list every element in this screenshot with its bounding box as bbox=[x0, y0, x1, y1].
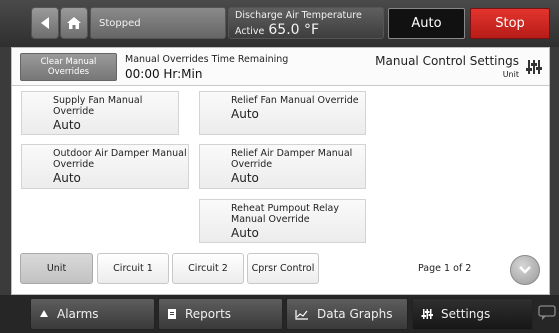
override-card-relief-fan[interactable]: Relief Fan Manual Override Auto bbox=[199, 91, 366, 135]
discharge-air-value: 65.0 °F bbox=[268, 22, 320, 38]
sliders-icon bbox=[421, 309, 433, 319]
nav-label: Reports bbox=[185, 307, 232, 321]
tab-circuit-1[interactable]: Circuit 1 bbox=[97, 253, 169, 284]
tab-cprsr-control[interactable]: Cprsr Control bbox=[247, 253, 319, 284]
chat-icon[interactable] bbox=[538, 305, 556, 321]
override-label: Supply Fan Manual Override bbox=[53, 95, 143, 117]
override-value: Auto bbox=[53, 118, 81, 132]
override-value: Auto bbox=[53, 171, 81, 185]
stop-button[interactable]: Stop bbox=[470, 8, 550, 39]
graph-icon bbox=[295, 309, 308, 320]
nav-data-graphs[interactable]: Data Graphs bbox=[286, 298, 408, 330]
bell-icon bbox=[40, 310, 48, 317]
override-value: Auto bbox=[231, 171, 259, 185]
discharge-air-temperature[interactable]: Discharge Air Temperature Active 65.0 °F bbox=[228, 7, 384, 39]
override-label: Relief Air Damper Manual Override bbox=[231, 148, 353, 170]
nav-settings[interactable]: Settings bbox=[412, 298, 533, 330]
panel-header: Clear Manual Overrides Manual Overrides … bbox=[12, 48, 549, 86]
discharge-air-title: Discharge Air Temperature bbox=[235, 10, 362, 21]
sliders-icon bbox=[526, 60, 542, 74]
unit-status: Stopped bbox=[90, 7, 226, 39]
discharge-air-state: Active bbox=[235, 26, 265, 37]
nav-label: Settings bbox=[441, 307, 491, 321]
override-value: Auto bbox=[231, 107, 259, 121]
top-bar: Stopped Discharge Air Temperature Active… bbox=[0, 0, 559, 47]
chevron-down-icon bbox=[519, 266, 531, 274]
nav-label: Alarms bbox=[57, 307, 99, 321]
override-label: Reheat Pumpout Relay Manual Override bbox=[231, 203, 339, 225]
home-button[interactable] bbox=[60, 7, 88, 39]
override-card-supply-fan[interactable]: Supply Fan Manual Override Auto bbox=[21, 91, 179, 135]
override-value: Auto bbox=[231, 226, 259, 240]
auto-button[interactable]: Auto bbox=[388, 8, 465, 39]
page-title: Manual Control Settings bbox=[375, 54, 519, 68]
nav-alarms[interactable]: Alarms bbox=[30, 298, 155, 330]
page-indicator: Page 1 of 2 bbox=[418, 263, 472, 274]
override-card-relief-air-damper[interactable]: Relief Air Damper Manual Override Auto bbox=[199, 144, 366, 189]
override-label: Relief Fan Manual Override bbox=[231, 95, 359, 106]
document-icon bbox=[168, 309, 176, 319]
back-arrow-icon bbox=[41, 17, 49, 29]
time-remaining-value: 00:00 Hr:Min bbox=[125, 67, 203, 81]
clear-manual-overrides-button[interactable]: Clear Manual Overrides bbox=[20, 53, 117, 81]
override-card-reheat-pumpout-relay[interactable]: Reheat Pumpout Relay Manual Override Aut… bbox=[199, 199, 366, 243]
home-icon bbox=[67, 17, 81, 29]
unit-status-text: Stopped bbox=[99, 17, 141, 29]
tab-unit[interactable]: Unit bbox=[20, 253, 93, 284]
page-subtitle: Unit bbox=[502, 70, 519, 79]
override-card-outdoor-air-damper[interactable]: Outdoor Air Damper Manual Override Auto bbox=[21, 144, 189, 189]
override-label: Outdoor Air Damper Manual Override bbox=[53, 148, 187, 170]
nav-label: Data Graphs bbox=[317, 307, 393, 321]
next-page-button[interactable] bbox=[510, 255, 540, 285]
bottom-nav: Alarms Reports Data Graphs Settings bbox=[0, 295, 559, 333]
time-remaining-title: Manual Overrides Time Remaining bbox=[125, 54, 289, 65]
nav-reports[interactable]: Reports bbox=[158, 298, 283, 330]
tab-circuit-2[interactable]: Circuit 2 bbox=[172, 253, 244, 284]
back-button[interactable] bbox=[31, 7, 59, 39]
manual-control-panel: Clear Manual Overrides Manual Overrides … bbox=[11, 47, 550, 295]
